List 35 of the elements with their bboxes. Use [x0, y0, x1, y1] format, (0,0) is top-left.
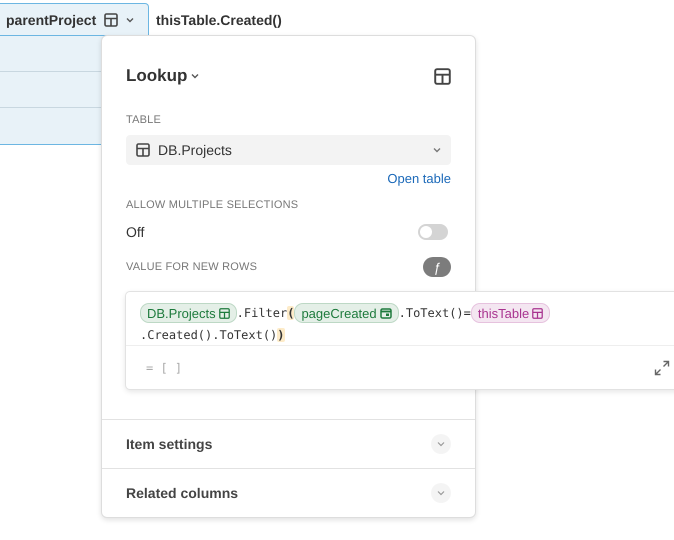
field-label: ALLOW MULTIPLE SELECTIONS	[126, 199, 300, 211]
caret-icon	[191, 73, 200, 79]
toggle-switch[interactable]	[418, 224, 448, 240]
matched-paren: )	[277, 328, 285, 342]
table-icon	[434, 68, 451, 84]
field-label: VALUE FOR NEW ROWS	[126, 261, 258, 273]
formula-result: = [ ]	[146, 360, 182, 374]
column-reference-chip[interactable]: pageCreated	[294, 303, 399, 323]
column-type-dropdown[interactable]: Lookup	[126, 66, 200, 86]
accordion-header[interactable]: Related columns	[102, 468, 475, 517]
code-text: .Filter	[236, 306, 288, 320]
table-icon	[136, 143, 150, 157]
open-table-link[interactable]: Open table	[387, 171, 451, 186]
caret-icon	[433, 147, 441, 153]
code-text: .ToText()=	[398, 306, 471, 320]
expand-icon[interactable]	[654, 360, 670, 376]
matched-paren: (	[287, 306, 294, 320]
table-select[interactable]: DB.Projects	[126, 135, 451, 165]
formula-editor[interactable]: DB.Projects .Filter( pageCreated .ToText()= thisTable .Created().ToText()) = [ ]	[125, 291, 674, 390]
table-reference-chip[interactable]: DB.Projects	[140, 303, 237, 323]
toggle-value: Off	[126, 224, 144, 240]
chevron-icon	[437, 441, 445, 447]
formula-button[interactable]: ƒ	[423, 257, 451, 277]
calendar-icon	[380, 307, 392, 319]
table-icon	[532, 308, 544, 318]
field-label: TABLE	[126, 114, 162, 126]
column-header[interactable]: parentProject	[0, 3, 149, 36]
table-icon	[218, 308, 230, 318]
caret-icon	[126, 16, 134, 22]
table-icon	[104, 12, 118, 26]
table-reference-chip[interactable]: thisTable	[470, 303, 550, 323]
code-text: .Created().ToText()	[140, 328, 278, 342]
column-header[interactable]: thisTable.Created()	[149, 12, 282, 28]
chevron-icon	[437, 490, 445, 496]
accordion-header[interactable]: Item settings	[102, 419, 475, 468]
